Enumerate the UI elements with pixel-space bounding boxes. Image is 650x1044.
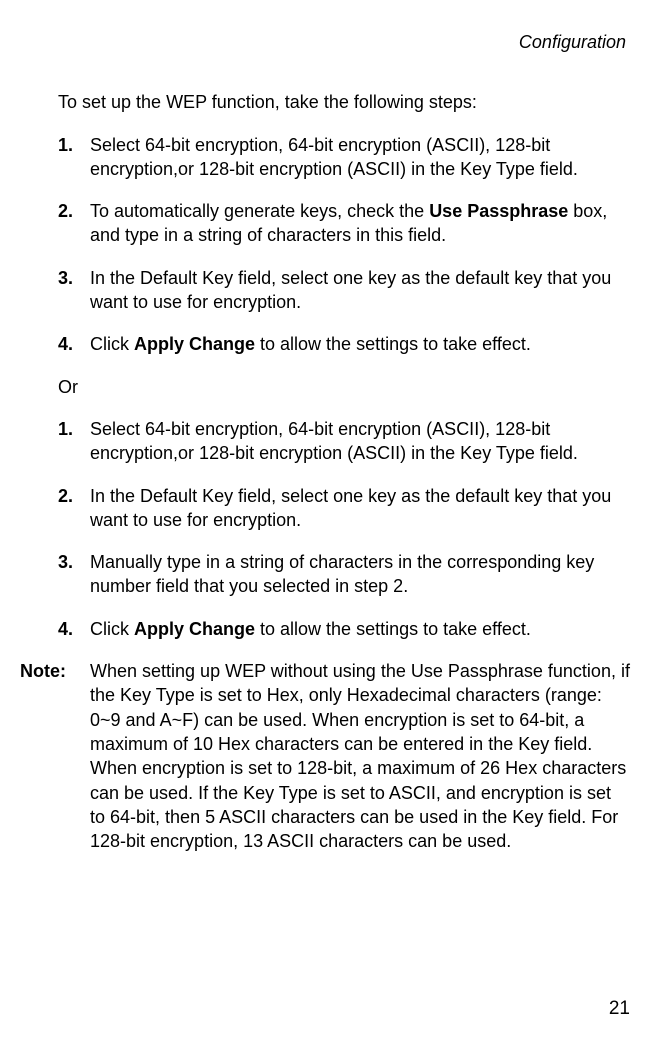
list-item: 1. Select 64-bit encryption, 64-bit encr… [58, 417, 630, 466]
or-separator: Or [58, 375, 630, 399]
list-text: Click Apply Change to allow the settings… [90, 617, 630, 641]
list-item: 2. To automatically generate keys, check… [58, 199, 630, 248]
list-item: 3. In the Default Key field, select one … [58, 266, 630, 315]
list-number: 4. [58, 617, 90, 641]
list-text: Select 64-bit encryption, 64-bit encrypt… [90, 133, 630, 182]
list-item: 1. Select 64-bit encryption, 64-bit encr… [58, 133, 630, 182]
list-item: 2. In the Default Key field, select one … [58, 484, 630, 533]
list-item: 3. Manually type in a string of characte… [58, 550, 630, 599]
list-number: 3. [58, 550, 90, 599]
list-text: In the Default Key field, select one key… [90, 484, 630, 533]
list-number: 1. [58, 133, 90, 182]
note-block: Note: When setting up WEP without using … [20, 659, 630, 853]
list-number: 3. [58, 266, 90, 315]
list-number: 2. [58, 199, 90, 248]
list-text: Manually type in a string of characters … [90, 550, 630, 599]
list-item: 4. Click Apply Change to allow the setti… [58, 617, 630, 641]
list-number: 2. [58, 484, 90, 533]
ordered-list-2: 1. Select 64-bit encryption, 64-bit encr… [58, 417, 630, 641]
ordered-list-1: 1. Select 64-bit encryption, 64-bit encr… [58, 133, 630, 357]
list-item: 4. Click Apply Change to allow the setti… [58, 332, 630, 356]
section-header: Configuration [20, 30, 630, 54]
list-text: In the Default Key field, select one key… [90, 266, 630, 315]
intro-text: To set up the WEP function, take the fol… [58, 90, 630, 114]
list-text: Select 64-bit encryption, 64-bit encrypt… [90, 417, 630, 466]
page-number: 21 [609, 996, 630, 1022]
list-text: To automatically generate keys, check th… [90, 199, 630, 248]
list-number: 1. [58, 417, 90, 466]
list-text: Click Apply Change to allow the settings… [90, 332, 630, 356]
list-number: 4. [58, 332, 90, 356]
note-text: When setting up WEP without using the Us… [90, 659, 630, 853]
note-label: Note: [20, 659, 90, 853]
